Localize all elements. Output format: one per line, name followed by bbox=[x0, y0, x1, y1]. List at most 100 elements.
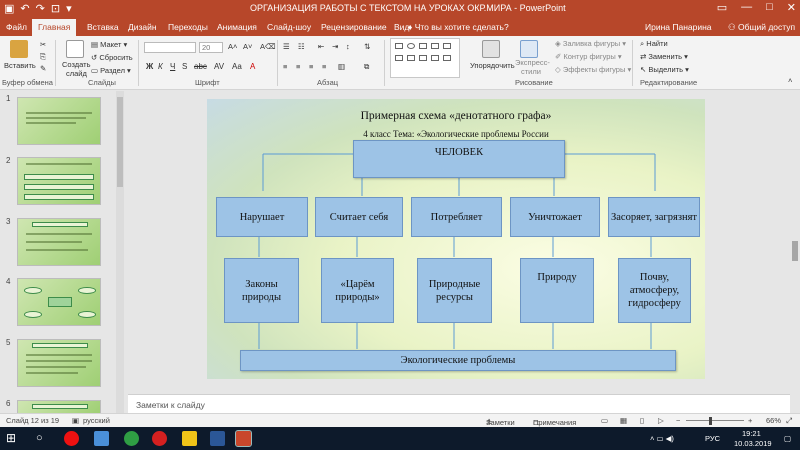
copy-icon[interactable]: ⎘ bbox=[40, 52, 46, 62]
format-painter-icon[interactable]: ✎ bbox=[40, 64, 46, 73]
redo-icon[interactable]: ↷ bbox=[36, 2, 45, 16]
shrink-font-icon[interactable]: A˅ bbox=[243, 42, 252, 51]
smartart-icon[interactable]: ⧉ bbox=[364, 62, 369, 72]
justify-icon[interactable]: ≡ bbox=[322, 62, 326, 71]
folder-icon[interactable] bbox=[182, 431, 197, 446]
node-object-soil[interactable]: Почву, атмосферу, гидросферу bbox=[618, 258, 691, 323]
align-center-icon[interactable]: ≡ bbox=[296, 62, 300, 71]
slide-sorter-icon[interactable]: ▦ bbox=[620, 416, 627, 425]
cut-icon[interactable]: ✂ bbox=[40, 40, 46, 49]
ribbon-display-icon[interactable]: ▭ bbox=[717, 1, 727, 14]
save-icon[interactable]: ▣ bbox=[4, 2, 14, 16]
paste-button[interactable]: Вставить bbox=[4, 61, 36, 70]
node-object-resources[interactable]: Природные ресурсы bbox=[417, 258, 492, 323]
opera-icon[interactable] bbox=[152, 431, 167, 446]
clock-time[interactable]: 19:21 bbox=[742, 429, 761, 438]
start-icon[interactable]: ⊡ bbox=[51, 2, 60, 16]
paste-icon[interactable] bbox=[10, 40, 28, 58]
shape-effects-button[interactable]: ◇ Эффекты фигуры ▾ bbox=[555, 65, 631, 74]
file-explorer-icon[interactable] bbox=[94, 431, 109, 446]
strikethrough-icon[interactable]: abc bbox=[194, 62, 207, 71]
slide-title[interactable]: Примерная схема «денотатного графа» bbox=[207, 110, 705, 122]
slide-thumbnail-5[interactable] bbox=[17, 339, 101, 387]
collapse-ribbon-icon[interactable]: ˄ bbox=[788, 76, 792, 85]
node-verb-considers[interactable]: Считает себя bbox=[315, 197, 403, 237]
quick-styles-icon[interactable] bbox=[520, 40, 538, 58]
decrease-indent-icon[interactable]: ⇤ bbox=[318, 42, 324, 51]
tab-animation[interactable]: Анимация bbox=[217, 22, 257, 32]
bullets-icon[interactable]: ☰ bbox=[283, 42, 290, 51]
new-slide-button-line2[interactable]: слайд bbox=[66, 69, 87, 78]
triangle-shape-icon[interactable] bbox=[395, 55, 403, 61]
fit-slide-icon[interactable]: ⤢ bbox=[786, 416, 792, 426]
find-button[interactable]: ⌕ Найти bbox=[640, 39, 668, 49]
current-slide[interactable]: Примерная схема «денотатного графа» 4 кл… bbox=[207, 99, 705, 379]
node-verb-consumes[interactable]: Потребляет bbox=[411, 197, 502, 237]
slideshow-icon[interactable]: ▷ bbox=[658, 416, 664, 425]
slide-thumbnail-2[interactable] bbox=[17, 157, 101, 205]
close-icon[interactable]: ✕ bbox=[787, 1, 796, 14]
shape-fill-button[interactable]: ◈ Заливка фигуры ▾ bbox=[555, 39, 626, 48]
line-spacing-icon[interactable]: ↕ bbox=[346, 42, 350, 51]
node-object-nature[interactable]: Природу bbox=[520, 258, 594, 323]
scrollbar-thumb[interactable] bbox=[117, 97, 123, 187]
node-ecological-problems[interactable]: Экологические проблемы bbox=[240, 350, 676, 371]
columns-icon[interactable]: ▥ bbox=[338, 62, 345, 71]
text-direction-icon[interactable]: ⇅ bbox=[364, 42, 370, 51]
language-status[interactable]: русский bbox=[83, 416, 110, 425]
rectangle-shape-icon[interactable] bbox=[395, 43, 403, 49]
increase-indent-icon[interactable]: ⇥ bbox=[332, 42, 338, 51]
reading-view-icon[interactable]: ▯ bbox=[640, 416, 644, 425]
word-icon[interactable] bbox=[210, 431, 225, 446]
zoom-out-icon[interactable]: − bbox=[676, 416, 680, 425]
slide-thumbnail-1[interactable] bbox=[17, 97, 101, 145]
minimize-icon[interactable]: — bbox=[741, 1, 752, 14]
callout-shape-icon[interactable] bbox=[443, 55, 451, 61]
change-case-icon[interactable]: Aa bbox=[232, 62, 242, 71]
font-name-input[interactable] bbox=[144, 42, 196, 53]
proofing-icon[interactable]: ▣ bbox=[72, 416, 79, 425]
shape-outline-button[interactable]: ✐ Контур фигуры ▾ bbox=[555, 52, 622, 61]
tab-home[interactable]: Главная bbox=[32, 19, 77, 36]
layout-button[interactable]: ▤ Макет ▾ bbox=[91, 40, 127, 49]
search-icon[interactable]: ○ bbox=[36, 431, 51, 446]
maximize-icon[interactable]: □ bbox=[766, 1, 773, 14]
select-button[interactable]: ↖ Выделить ▾ bbox=[640, 65, 689, 74]
shapes-gallery[interactable] bbox=[390, 38, 460, 78]
pentagon-shape-icon[interactable] bbox=[407, 55, 415, 61]
share-button[interactable]: ⚇ Общий доступ bbox=[728, 22, 795, 33]
notes-pane[interactable]: Заметки к слайду bbox=[128, 394, 790, 413]
tab-slideshow[interactable]: Слайд-шоу bbox=[267, 22, 311, 32]
yandex-browser-icon[interactable] bbox=[64, 431, 79, 446]
tell-me-box[interactable]: ♦ Что вы хотите сделать? bbox=[408, 22, 509, 32]
node-verb-destroys[interactable]: Уничтожает bbox=[510, 197, 600, 237]
slide-thumbnail-4[interactable] bbox=[17, 278, 101, 326]
node-verb-violates[interactable]: Нарушает bbox=[216, 197, 308, 237]
numbering-icon[interactable]: ☷ bbox=[298, 42, 305, 51]
font-color-icon[interactable]: A bbox=[250, 62, 255, 71]
normal-view-icon[interactable]: ▭ bbox=[601, 416, 608, 425]
brace-shape-icon[interactable] bbox=[431, 55, 439, 61]
clear-format-icon[interactable]: A⌫ bbox=[260, 42, 276, 51]
arrange-icon[interactable] bbox=[482, 40, 500, 58]
rounded-rect-shape-icon[interactable] bbox=[419, 43, 427, 49]
tab-insert[interactable]: Вставка bbox=[87, 22, 119, 32]
slide-thumbnail-6[interactable] bbox=[17, 400, 101, 414]
windows-start-icon[interactable]: ⊞ bbox=[6, 431, 21, 446]
clock-date[interactable]: 10.03.2019 bbox=[734, 439, 772, 448]
node-verb-pollutes[interactable]: Засоряет, загрязнят bbox=[608, 197, 700, 237]
grow-font-icon[interactable]: A˄ bbox=[228, 42, 237, 51]
slide-scrollbar[interactable] bbox=[790, 91, 800, 393]
replace-button[interactable]: ⇄ Заменить ▾ bbox=[640, 52, 688, 61]
arrange-button[interactable]: Упорядочить bbox=[470, 61, 515, 70]
undo-icon[interactable]: ↶ bbox=[20, 2, 29, 16]
arrow-shape-icon[interactable] bbox=[443, 43, 451, 49]
thumbnails-scrollbar[interactable] bbox=[116, 91, 124, 414]
shadow-icon[interactable]: S bbox=[182, 62, 187, 71]
char-spacing-icon[interactable]: AV bbox=[214, 62, 224, 71]
chrome-icon[interactable] bbox=[124, 431, 139, 446]
node-object-king[interactable]: «Царём природы» bbox=[321, 258, 394, 323]
zoom-slider-thumb[interactable] bbox=[709, 417, 712, 425]
zoom-slider[interactable] bbox=[686, 420, 744, 421]
tray-icons[interactable]: ˄ ▭ ◀) bbox=[650, 434, 674, 443]
